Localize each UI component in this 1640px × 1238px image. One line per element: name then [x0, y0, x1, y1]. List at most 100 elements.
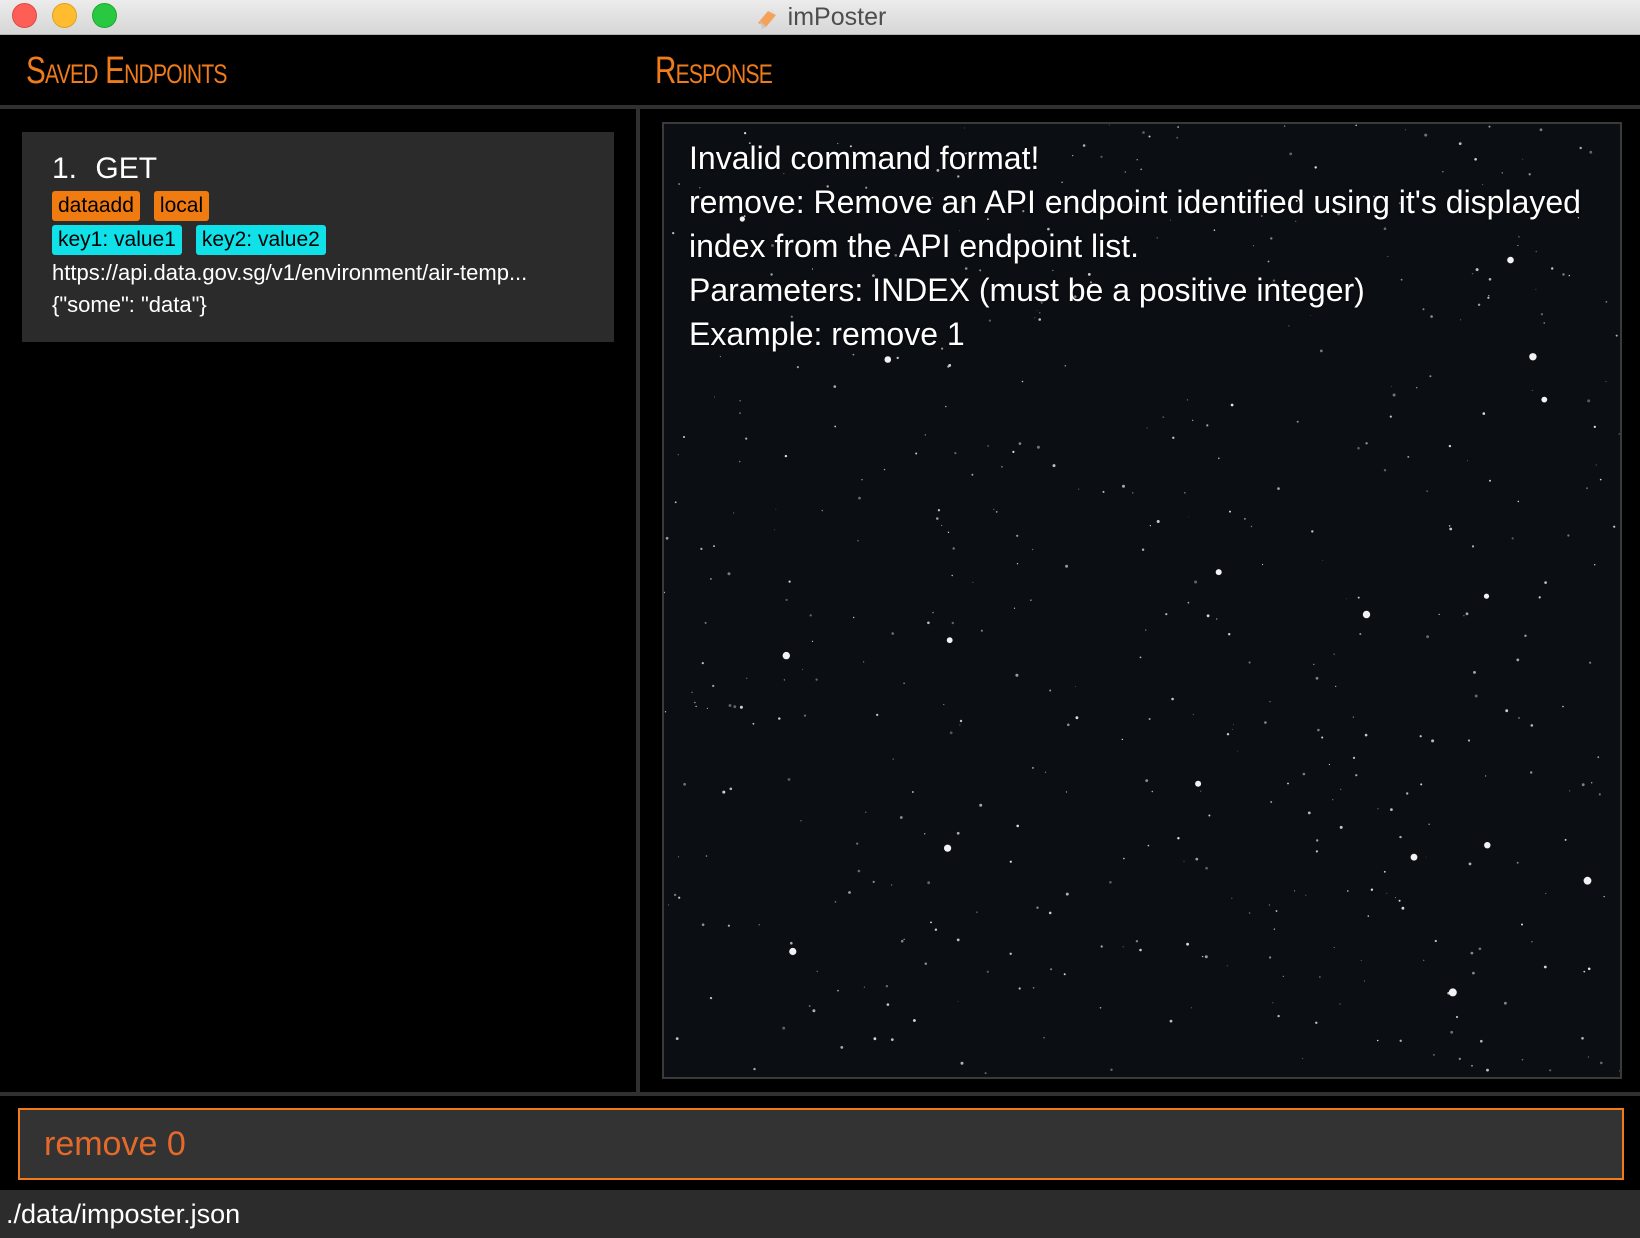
command-box[interactable]: [18, 1108, 1624, 1180]
star: [1123, 857, 1125, 860]
star: [683, 436, 685, 438]
star: [1362, 610, 1371, 619]
star: [1108, 124, 1110, 126]
star: [1544, 581, 1547, 584]
star: [903, 938, 905, 940]
star: [1305, 894, 1307, 896]
command-input[interactable]: [20, 1110, 1622, 1178]
star: [1600, 1061, 1603, 1065]
star: [1448, 525, 1451, 527]
star: [1018, 987, 1021, 990]
star: [695, 705, 697, 708]
star: [1001, 465, 1003, 468]
star: [1269, 956, 1272, 959]
star: [1319, 976, 1321, 978]
star: [1315, 850, 1318, 853]
star: [1471, 545, 1475, 548]
response-panel[interactable]: Invalid command format! remove: Remove a…: [662, 122, 1622, 1079]
star: [941, 524, 943, 526]
star: [1018, 442, 1022, 445]
window-title: imPoster: [787, 3, 887, 31]
star: [1482, 412, 1486, 415]
star: [1458, 1057, 1461, 1060]
star: [1100, 945, 1103, 948]
star: [1517, 500, 1520, 503]
star: [1549, 1069, 1552, 1072]
star: [951, 574, 953, 577]
star: [1599, 478, 1602, 481]
star: [722, 790, 726, 794]
star: [1613, 525, 1616, 528]
star: [1383, 469, 1387, 472]
star: [1102, 490, 1105, 493]
star: [1269, 701, 1271, 703]
star: [876, 713, 879, 717]
star: [1036, 906, 1039, 909]
star: [1064, 364, 1067, 367]
star: [1206, 614, 1210, 618]
star: [665, 536, 669, 540]
star: [1420, 783, 1423, 786]
star: [788, 580, 791, 583]
star: [787, 778, 791, 781]
star: [1530, 724, 1534, 727]
star: [1052, 464, 1056, 468]
star: [980, 629, 983, 632]
app-window: imPoster Saved Endpoints Response 1. GET…: [0, 0, 1640, 1238]
star: [691, 691, 693, 693]
star: [1283, 125, 1286, 127]
star: [956, 938, 960, 942]
star: [1386, 892, 1388, 894]
star: [802, 668, 803, 670]
star: [986, 970, 989, 973]
star: [816, 970, 818, 973]
tag-badge: local: [153, 191, 210, 221]
star: [951, 621, 954, 625]
star: [1248, 912, 1251, 914]
response-line: Invalid command format!: [689, 140, 1040, 176]
star: [1031, 548, 1034, 551]
star: [746, 677, 748, 679]
star: [1172, 436, 1175, 439]
star: [883, 468, 886, 471]
star: [1484, 775, 1487, 777]
star: [1230, 403, 1234, 407]
star: [1391, 386, 1392, 387]
star: [1447, 991, 1450, 995]
star: [1569, 790, 1571, 792]
star: [884, 356, 892, 363]
star: [1216, 618, 1218, 620]
star: [1450, 1030, 1454, 1034]
star: [1516, 861, 1519, 864]
star: [1233, 724, 1234, 725]
star: [1145, 779, 1149, 782]
star: [1244, 518, 1246, 520]
star: [1511, 537, 1514, 540]
star: [1228, 633, 1231, 636]
star: [1365, 442, 1368, 445]
star: [1583, 970, 1586, 973]
star: [1562, 705, 1564, 708]
star: [809, 614, 812, 617]
star: [937, 509, 941, 512]
star: [896, 356, 899, 360]
star: [1141, 548, 1145, 551]
star: [1194, 580, 1198, 584]
endpoint-card[interactable]: 1. GET dataadd local key1: value1 key2: …: [22, 132, 614, 342]
star: [700, 547, 703, 550]
star: [1282, 975, 1284, 978]
star: [1357, 446, 1360, 450]
star: [1410, 853, 1418, 861]
star: [1429, 375, 1432, 378]
star: [1273, 928, 1275, 930]
star: [924, 434, 926, 436]
star: [863, 986, 865, 988]
star: [959, 724, 961, 726]
star: [1177, 837, 1180, 840]
star: [915, 452, 918, 455]
star: [1151, 790, 1154, 793]
star: [1272, 1002, 1274, 1004]
star: [1567, 534, 1570, 537]
star: [1317, 728, 1320, 732]
star: [1489, 479, 1491, 482]
